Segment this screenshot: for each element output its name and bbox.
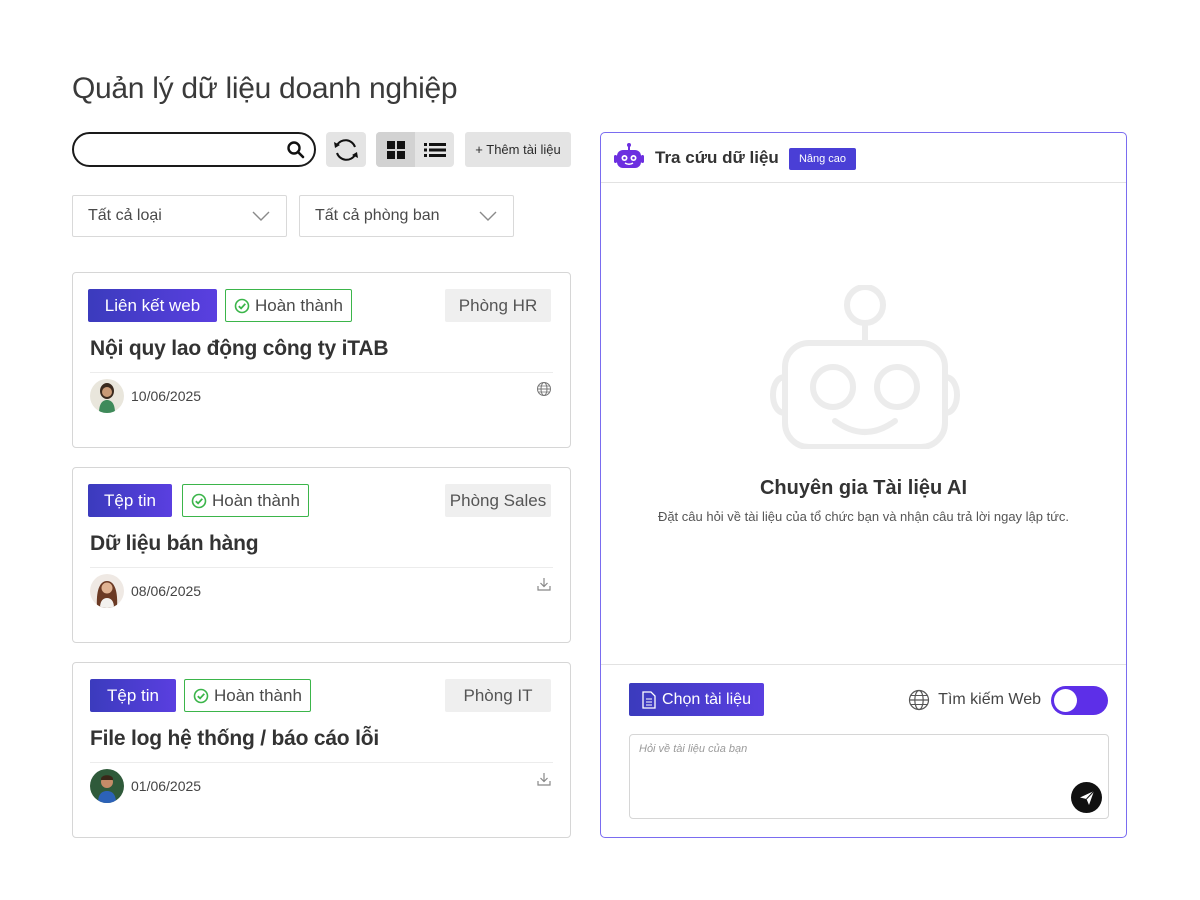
- globe-icon[interactable]: [536, 381, 552, 397]
- search-input[interactable]: [88, 140, 278, 160]
- status-label: Hoàn thành: [255, 295, 343, 315]
- document-title[interactable]: Dữ liệu bán hàng: [90, 532, 259, 556]
- document-title[interactable]: File log hệ thống / báo cáo lỗi: [90, 727, 379, 751]
- web-search-control: Tìm kiếm Web: [908, 685, 1108, 715]
- list-view-button[interactable]: [415, 132, 454, 167]
- chevron-down-icon: [479, 211, 497, 221]
- divider: [90, 567, 553, 568]
- send-button[interactable]: [1071, 782, 1102, 813]
- status-label: Hoàn thành: [212, 490, 300, 510]
- grid-icon: [386, 140, 405, 159]
- department-filter-select[interactable]: Tất cả phòng ban: [299, 195, 514, 237]
- view-toggle: [376, 132, 454, 167]
- check-circle-icon: [191, 493, 207, 508]
- status-badge: Hoàn thành: [225, 289, 352, 322]
- assistant-footer: Chọn tài liệu Tìm kiếm Web: [601, 664, 1126, 837]
- document-title[interactable]: Nội quy lao động công ty iTAB: [90, 337, 388, 361]
- check-circle-icon: [234, 298, 250, 313]
- robot-illustration-icon: [770, 285, 960, 449]
- avatar: [90, 379, 124, 413]
- department-badge: Phòng IT: [445, 679, 551, 712]
- type-filter-select[interactable]: Tất cả loại: [72, 195, 287, 237]
- assistant-title: Tra cứu dữ liệu: [655, 148, 779, 167]
- document-date: 10/06/2025: [131, 388, 202, 404]
- divider: [90, 372, 553, 373]
- search-box[interactable]: [72, 132, 316, 167]
- status-badge: Hoàn thành: [184, 679, 311, 712]
- empty-state-subtitle: Đặt câu hỏi về tài liệu của tổ chức bạn …: [657, 509, 1070, 524]
- download-icon[interactable]: [536, 576, 552, 592]
- type-badge: Tệp tin: [88, 484, 172, 517]
- refresh-icon: [334, 138, 358, 161]
- add-document-button[interactable]: + Thêm tài liệu: [465, 132, 571, 167]
- choose-document-button[interactable]: Chọn tài liệu: [629, 683, 764, 716]
- check-circle-icon: [193, 688, 209, 703]
- avatar: [90, 769, 124, 803]
- advanced-badge: Nâng cao: [789, 148, 856, 170]
- web-search-toggle[interactable]: [1051, 685, 1108, 715]
- document-date: 01/06/2025: [131, 778, 202, 794]
- download-icon[interactable]: [536, 771, 552, 787]
- send-icon: [1079, 790, 1094, 805]
- chat-input[interactable]: [639, 743, 1059, 803]
- document-date: 08/06/2025: [131, 583, 202, 599]
- assistant-panel: Tra cứu dữ liệu Nâng cao Chuyên gia Tài …: [600, 132, 1127, 838]
- document-icon: [642, 690, 656, 709]
- assistant-header: Tra cứu dữ liệu Nâng cao: [601, 133, 1126, 183]
- avatar: [90, 574, 124, 608]
- chat-input-box: [629, 734, 1109, 819]
- department-filter-value: Tất cả phòng ban: [315, 207, 440, 224]
- document-card[interactable]: Tệp tin Hoàn thành Phòng Sales Dữ liệu b…: [72, 467, 571, 643]
- divider: [90, 762, 553, 763]
- type-filter-value: Tất cả loại: [88, 207, 162, 224]
- chevron-down-icon: [252, 211, 270, 221]
- web-search-label: Tìm kiếm Web: [938, 691, 1041, 708]
- globe-icon: [909, 689, 930, 711]
- status-badge: Hoàn thành: [182, 484, 309, 517]
- document-card[interactable]: Tệp tin Hoàn thành Phòng IT File log hệ …: [72, 662, 571, 838]
- status-label: Hoàn thành: [214, 685, 302, 705]
- grid-view-button[interactable]: [376, 132, 415, 167]
- toggle-knob: [1054, 688, 1077, 712]
- robot-icon: [614, 143, 644, 168]
- empty-state-title: Chuyên gia Tài liệu AI: [759, 477, 968, 499]
- choose-document-label: Chọn tài liệu: [662, 690, 751, 708]
- type-badge: Tệp tin: [90, 679, 176, 712]
- document-card[interactable]: Liên kết web Hoàn thành Phòng HR Nội quy…: [72, 272, 571, 448]
- list-icon: [423, 142, 446, 157]
- department-badge: Phòng Sales: [445, 484, 551, 517]
- page-title: Quản lý dữ liệu doanh nghiệp: [72, 72, 458, 105]
- department-badge: Phòng HR: [445, 289, 551, 322]
- search-icon[interactable]: [286, 140, 306, 160]
- type-badge: Liên kết web: [88, 289, 217, 322]
- refresh-button[interactable]: [326, 132, 366, 167]
